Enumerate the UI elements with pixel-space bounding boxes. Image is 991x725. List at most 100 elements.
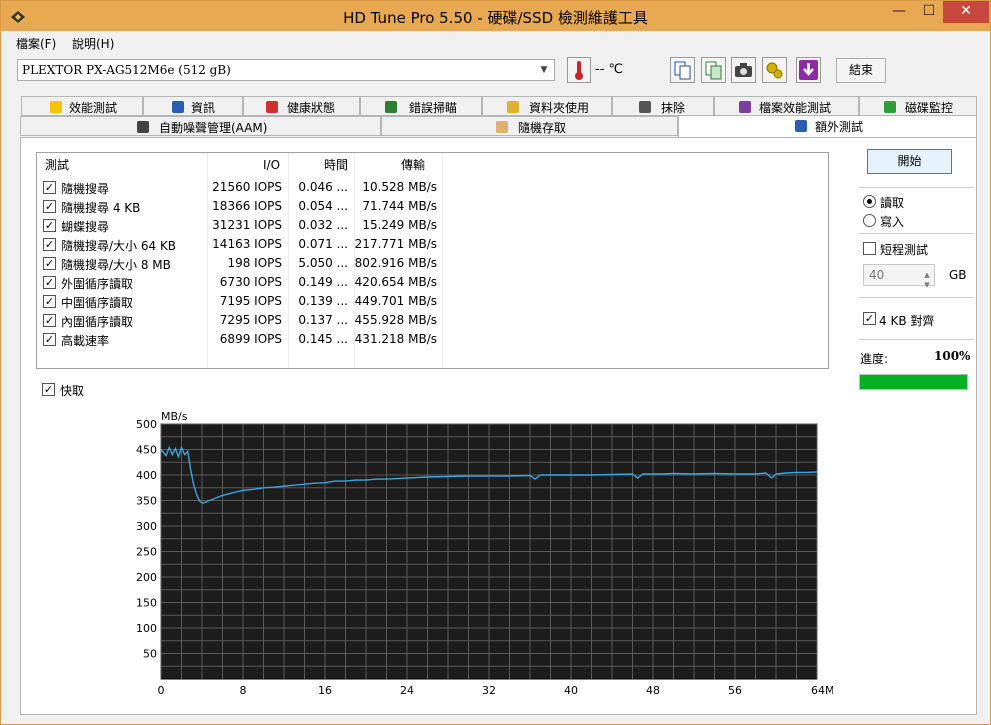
cell-time: 5.050 ... xyxy=(298,256,348,270)
row-checkbox[interactable]: ✓ xyxy=(43,314,56,327)
exit-button[interactable]: 結束 xyxy=(836,58,886,83)
tab-label: 資訊 xyxy=(191,101,216,115)
cell-transfer: 71.744 MB/s xyxy=(362,199,437,213)
cell-transfer: 455.928 MB/s xyxy=(354,313,437,327)
table-row[interactable]: ✓ 隨機搜尋 21560 IOPS 0.046 ... 10.528 MB/s xyxy=(37,179,828,198)
table-row[interactable]: ✓ 蝴蝶搜尋 31231 IOPS 0.032 ... 15.249 MB/s xyxy=(37,217,828,236)
tab-row1-2[interactable]: 健康狀態 xyxy=(243,96,360,116)
drive-select[interactable]: PLEXTOR PX-AG512M6e (512 gB) ▼ xyxy=(17,59,555,81)
tab-label: 磁碟監控 xyxy=(905,101,954,115)
tab-row2-0[interactable]: 自動噪聲管理(AAM) xyxy=(20,116,381,136)
column-header-transfer[interactable]: 傳輸 xyxy=(401,153,425,177)
tab-row2-1[interactable]: 隨機存取 xyxy=(381,116,678,136)
tab-label: 自動噪聲管理(AAM) xyxy=(159,121,268,135)
maximize-button[interactable]: ☐ xyxy=(914,1,944,23)
table-row[interactable]: ✓ 外圍循序讀取 6730 IOPS 0.149 ... 420.654 MB/s xyxy=(37,274,828,293)
menu-help[interactable]: 說明(H) xyxy=(72,35,114,52)
speaker-icon xyxy=(137,121,149,133)
align-4kb-label: 4 KB 對齊 xyxy=(879,314,935,328)
screenshot-button[interactable] xyxy=(731,57,756,83)
row-checkbox[interactable]: ✓ xyxy=(43,219,56,232)
close-button[interactable]: ✕ xyxy=(943,1,989,23)
tab-row1-7[interactable]: 磁碟監控 xyxy=(859,96,977,116)
y-tick-label: 450 xyxy=(136,444,157,457)
cache-checkbox[interactable]: ✓ xyxy=(42,383,55,396)
table-row[interactable]: ✓ 隨機搜尋/大小 8 MB 198 IOPS 5.050 ... 802.916 MB… xyxy=(37,255,828,274)
table-row[interactable]: ✓ 中圍循序讀取 7195 IOPS 0.139 ... 449.701 MB/s xyxy=(37,293,828,312)
row-checkbox[interactable]: ✓ xyxy=(43,276,56,289)
y-tick-label: 300 xyxy=(136,520,157,533)
write-radio[interactable] xyxy=(863,214,876,227)
table-row[interactable]: ✓ 隨機搜尋/大小 64 KB 14163 IOPS 0.071 ... 217.771… xyxy=(37,236,828,255)
column-header-io[interactable]: I/O xyxy=(263,153,280,177)
read-radio[interactable] xyxy=(863,195,876,208)
table-row[interactable]: ✓ 高載速率 6899 IOPS 0.145 ... 431.218 MB/s xyxy=(37,331,828,350)
y-tick-label: 200 xyxy=(136,571,157,584)
tab-label: 檔案效能測試 xyxy=(759,101,832,115)
write-label: 寫入 xyxy=(880,215,905,229)
tab-label: 健康狀態 xyxy=(287,101,336,115)
column-header-test[interactable]: 測試 xyxy=(45,153,69,177)
tab-row2-2[interactable]: 額外測試 xyxy=(678,115,977,137)
short-test-checkbox[interactable] xyxy=(863,242,876,255)
tab-row1-6[interactable]: 檔案效能測試 xyxy=(714,96,859,116)
options-button[interactable] xyxy=(762,57,787,83)
y-axis-label: MB/s xyxy=(161,410,188,423)
cell-io: 6899 IOPS xyxy=(219,332,282,346)
row-checkbox[interactable]: ✓ xyxy=(43,295,56,308)
menu-file[interactable]: 檔案(F) xyxy=(16,35,56,52)
align-4kb-checkbox[interactable]: ✓ xyxy=(863,312,876,325)
spin-down-icon[interactable]: ▼ xyxy=(920,275,934,289)
title-bar[interactable]: HD Tune Pro 5.50 - 硬碟/SSD 檢測維護工具 — ☐ ✕ xyxy=(1,1,990,31)
row-checkbox[interactable]: ✓ xyxy=(43,257,56,270)
copy-screenshot-button[interactable] xyxy=(701,57,726,83)
cell-transfer: 10.528 MB/s xyxy=(362,180,437,194)
checkmark-icon: ✓ xyxy=(43,383,54,396)
tab-row1-3[interactable]: 錯誤掃瞄 xyxy=(360,96,482,116)
table-row[interactable]: ✓ 內圍循序讀取 7295 IOPS 0.137 ... 455.928 MB/s xyxy=(37,312,828,331)
tab-row1-0[interactable]: 效能測試 xyxy=(21,96,143,116)
short-test-label: 短程測試 xyxy=(880,243,929,257)
read-label: 讀取 xyxy=(880,196,905,210)
start-button[interactable]: 開始 xyxy=(867,149,952,174)
chevron-down-icon: ▼ xyxy=(540,65,548,75)
tab-row1-5[interactable]: 抹除 xyxy=(612,96,714,116)
y-tick-label: 400 xyxy=(136,469,157,482)
progress-label: 進度: xyxy=(860,352,889,366)
x-tick-label: 40 xyxy=(564,684,578,696)
row-checkbox[interactable]: ✓ xyxy=(43,238,56,251)
tab-row1-1[interactable]: 資訊 xyxy=(143,96,243,116)
cell-test: 隨機搜尋 4 KB xyxy=(61,201,141,215)
spin-up-icon[interactable]: ▲ xyxy=(920,265,934,279)
save-button[interactable] xyxy=(796,57,821,83)
gear-icon xyxy=(766,62,783,79)
app-window: HD Tune Pro 5.50 - 硬碟/SSD 檢測維護工具 — ☐ ✕ 檔… xyxy=(0,0,991,725)
row-checkbox[interactable]: ✓ xyxy=(43,181,56,194)
cell-time: 0.046 ... xyxy=(298,180,348,194)
cell-test: 外圍循序讀取 xyxy=(61,277,134,291)
file-benchmark-icon xyxy=(739,101,751,113)
row-checkbox[interactable]: ✓ xyxy=(43,200,56,213)
thermometer-button[interactable] xyxy=(567,57,591,83)
copy-text-button[interactable] xyxy=(670,57,695,83)
cell-time: 0.145 ... xyxy=(298,332,348,346)
minimize-button[interactable]: — xyxy=(884,1,914,23)
size-unit: GB xyxy=(949,268,967,282)
random-access-icon xyxy=(496,121,508,133)
menu-bar: 檔案(F) 說明(H) xyxy=(1,31,990,53)
divider xyxy=(859,297,974,298)
tab-row1-4[interactable]: 資料夾使用 xyxy=(482,96,612,116)
cell-transfer: 431.218 MB/s xyxy=(354,332,437,346)
x-tick-label: 16 xyxy=(318,684,332,696)
column-header-time[interactable]: 時間 xyxy=(324,153,348,177)
size-input[interactable]: 40 ▲ ▼ xyxy=(863,264,935,289)
tab-label: 錯誤掃瞄 xyxy=(409,101,458,115)
checkmark-icon: ✓ xyxy=(864,312,875,325)
row-checkbox[interactable]: ✓ xyxy=(43,333,56,346)
y-tick-label: 500 xyxy=(136,418,157,431)
table-row[interactable]: ✓ 隨機搜尋 4 KB 18366 IOPS 0.054 ... 71.744 MB/s xyxy=(37,198,828,217)
cell-io: 7295 IOPS xyxy=(219,313,282,327)
cell-time: 0.054 ... xyxy=(298,199,348,213)
y-tick-label: 50 xyxy=(143,648,157,661)
trash-icon xyxy=(639,101,651,113)
